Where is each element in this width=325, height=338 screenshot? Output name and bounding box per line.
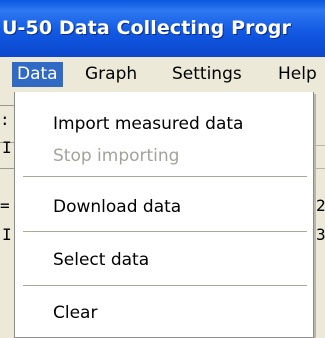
menu-item-clear[interactable]: Clear <box>53 303 97 323</box>
menu-graph[interactable]: Graph <box>80 62 142 87</box>
menu-item-download-data[interactable]: Download data <box>53 197 181 217</box>
menu-separator <box>23 176 307 177</box>
menu-separator <box>23 285 307 286</box>
menu-settings[interactable]: Settings <box>167 62 247 87</box>
menu-help[interactable]: Help <box>273 62 322 87</box>
background-text-fragment: : <box>0 110 10 129</box>
menu-item-stop-importing: Stop importing <box>53 146 180 166</box>
menu-item-import-measured-data[interactable]: Import measured data <box>53 114 243 134</box>
background-divider <box>314 145 325 146</box>
background-divider <box>0 168 14 169</box>
menu-data[interactable]: Data <box>12 62 63 87</box>
background-divider <box>314 168 325 169</box>
menu-separator <box>23 231 307 232</box>
window-title: U-50 Data Collecting Progr <box>2 17 291 39</box>
menu-bar: Data Graph Settings Help <box>0 57 325 93</box>
background-text-fragment: 3 <box>316 225 325 244</box>
background-divider <box>0 105 14 106</box>
background-text-fragment: I <box>2 225 12 244</box>
window-title-bar[interactable]: U-50 Data Collecting Progr <box>0 0 325 57</box>
background-text-fragment: I <box>2 138 12 157</box>
data-menu-dropdown: Import measured data Stop importing Down… <box>14 92 314 338</box>
background-text-fragment: 2 <box>316 196 325 215</box>
menu-item-select-data[interactable]: Select data <box>53 250 149 270</box>
background-panel-right <box>314 92 325 338</box>
background-text-fragment: = <box>0 196 10 215</box>
